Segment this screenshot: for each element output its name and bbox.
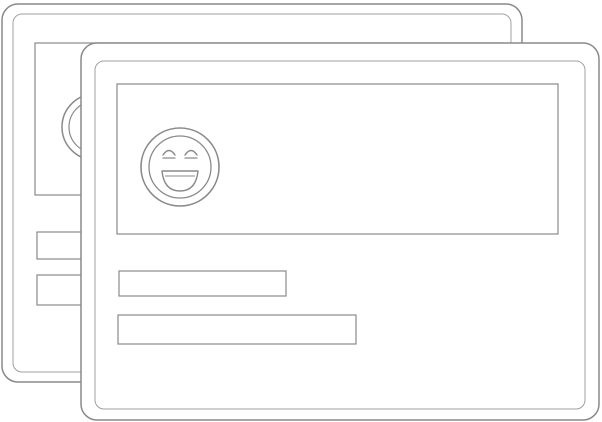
front-card-frame bbox=[80, 42, 600, 421]
card-stack-illustration bbox=[1, 3, 600, 421]
laughing-face-icon bbox=[140, 127, 220, 207]
front-card bbox=[80, 42, 600, 421]
